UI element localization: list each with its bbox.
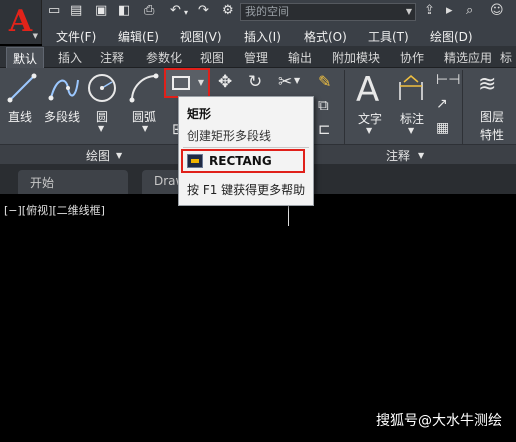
move-icon[interactable]: ✥ (218, 72, 232, 92)
leader-icon[interactable]: ↗ (436, 96, 448, 112)
share-icon[interactable]: ⇪ (424, 3, 435, 18)
crosshair-cursor (288, 204, 289, 226)
circle-tool-label[interactable]: 圆 (96, 108, 108, 125)
rectangle-tooltip: 矩形 创建矩形多段线 RECTANG 按 F1 键获得更多帮助 (178, 96, 314, 206)
circle-icon[interactable] (86, 72, 118, 104)
chevron-down-icon[interactable]: ▼ (142, 124, 148, 133)
application-menu-button[interactable]: A ▼ (0, 0, 42, 44)
polyline-tool-label[interactable]: 多段线 (44, 108, 80, 125)
tooltip-command-box: RECTANG (181, 149, 305, 173)
menu-file[interactable]: 文件(F) (56, 28, 96, 45)
line-tool-label[interactable]: 直线 (8, 108, 32, 125)
tab-addons[interactable]: 附加模块 (332, 49, 380, 66)
tab-output[interactable]: 输出 (288, 49, 312, 66)
chevron-down-icon: ▼ (405, 7, 412, 16)
rectangle-icon (172, 76, 190, 90)
text-icon[interactable]: A (356, 70, 379, 110)
annotation-panel-title[interactable]: 注释 (386, 147, 410, 164)
tab-parametric[interactable]: 参数化 (146, 49, 182, 66)
workspace-selector[interactable]: 我的空间 ▼ (240, 3, 416, 21)
user-icon[interactable]: ☺ (490, 3, 504, 18)
rotate-icon[interactable]: ↻ (248, 72, 262, 92)
tab-annotate[interactable]: 注释 (100, 49, 124, 66)
chevron-down-icon[interactable]: ▼ (408, 126, 414, 135)
chevron-down-icon[interactable]: ▼ (116, 151, 122, 160)
text-tool-label[interactable]: 文字 (358, 110, 382, 127)
arc-icon[interactable] (128, 72, 160, 104)
chevron-down-icon: ▼ (32, 32, 38, 40)
save-icon[interactable]: ▣ (95, 3, 107, 18)
search-icon[interactable]: ⌕ (466, 3, 473, 18)
undo-dropdown-icon[interactable]: ▾ (184, 8, 188, 17)
chevron-down-icon[interactable]: ▼ (418, 151, 424, 160)
tooltip-command: RECTANG (209, 154, 272, 168)
tooltip-divider (183, 147, 309, 148)
rectangle-tool-button[interactable]: ▼ (164, 68, 210, 98)
tooltip-help: 按 F1 键获得更多帮助 (187, 183, 306, 197)
tab-featured-apps[interactable]: 精选应用 (444, 49, 492, 66)
chevron-down-icon[interactable]: ▼ (98, 124, 104, 133)
chevron-down-icon[interactable]: ▼ (366, 126, 372, 135)
redo-icon[interactable]: ↷ (198, 3, 209, 18)
drawing-canvas[interactable]: [−][俯视][二维线框] 搜狐号@大水牛测绘 (0, 194, 516, 442)
trim-icon[interactable]: ✂ (278, 72, 292, 92)
erase-icon[interactable]: ✎ (318, 72, 331, 91)
tab-view[interactable]: 视图 (200, 49, 224, 66)
layer-tool-label-2[interactable]: 特性 (480, 126, 504, 143)
chevron-down-icon[interactable]: ▼ (294, 76, 300, 85)
tab-insert[interactable]: 插入 (58, 49, 82, 66)
menu-bar: 文件(F) 编辑(E) 视图(V) 插入(I) 格式(O) 工具(T) 绘图(D… (42, 26, 516, 46)
viewport-controls[interactable]: [−][俯视][二维线框] (4, 202, 105, 218)
tab-manage[interactable]: 管理 (244, 49, 268, 66)
workspace-gear-icon[interactable]: ⚙ (222, 3, 234, 18)
title-bar: ▭ ▤ ▣ ◧ ⎙ ↶ ▾ ↷ ⚙ 我的空间 ▼ ⇪ ▸ ⌕ ☺ (0, 0, 516, 26)
array-icon[interactable]: ⧉ (318, 96, 329, 114)
command-line-icon (187, 154, 203, 168)
tooltip-description: 创建矩形多段线 (187, 129, 272, 143)
print-icon[interactable]: ⎙ (144, 3, 154, 18)
tab-start[interactable]: 开始 (18, 170, 128, 194)
tab-default[interactable]: 默认 (6, 47, 45, 68)
layer-properties-icon[interactable]: ≋ (478, 72, 496, 97)
tab-collaborate[interactable]: 协作 (400, 49, 424, 66)
arc-tool-label[interactable]: 圆弧 (132, 108, 156, 125)
tooltip-title: 矩形 (187, 107, 212, 121)
dimension-tool-label[interactable]: 标注 (400, 110, 424, 127)
menu-insert[interactable]: 插入(I) (244, 28, 281, 45)
chevron-down-icon: ▼ (197, 78, 204, 87)
line-icon[interactable] (6, 72, 38, 104)
polyline-icon[interactable] (48, 72, 80, 104)
menu-format[interactable]: 格式(O) (304, 28, 347, 45)
draw-panel-title[interactable]: 绘图 (86, 147, 110, 164)
layer-tool-label[interactable]: 图层 (480, 108, 504, 125)
menu-edit[interactable]: 编辑(E) (118, 28, 159, 45)
save-as-icon[interactable]: ◧ (118, 3, 130, 18)
linear-dim-icon[interactable]: ⊢⊣ (436, 72, 460, 88)
expand-icon[interactable]: ▸ (446, 3, 453, 18)
new-file-icon[interactable]: ▭ (48, 3, 60, 18)
undo-icon[interactable]: ↶ (170, 3, 181, 18)
autocad-logo-icon: A (8, 4, 33, 39)
offset-icon[interactable]: ⊏ (318, 120, 331, 138)
menu-view[interactable]: 视图(V) (180, 28, 222, 45)
workspace-selector-text: 我的空间 (245, 5, 289, 18)
dimension-icon[interactable] (396, 74, 426, 104)
table-icon[interactable]: ▦ (436, 120, 449, 136)
menu-tools[interactable]: 工具(T) (368, 28, 409, 45)
watermark: 搜狐号@大水牛测绘 (376, 413, 502, 429)
ribbon-tab-bar: 默认 插入 注释 参数化 视图 管理 输出 附加模块 协作 精选应用 标注 (0, 46, 516, 82)
open-file-icon[interactable]: ▤ (70, 3, 82, 18)
menu-draw[interactable]: 绘图(D) (430, 28, 473, 45)
